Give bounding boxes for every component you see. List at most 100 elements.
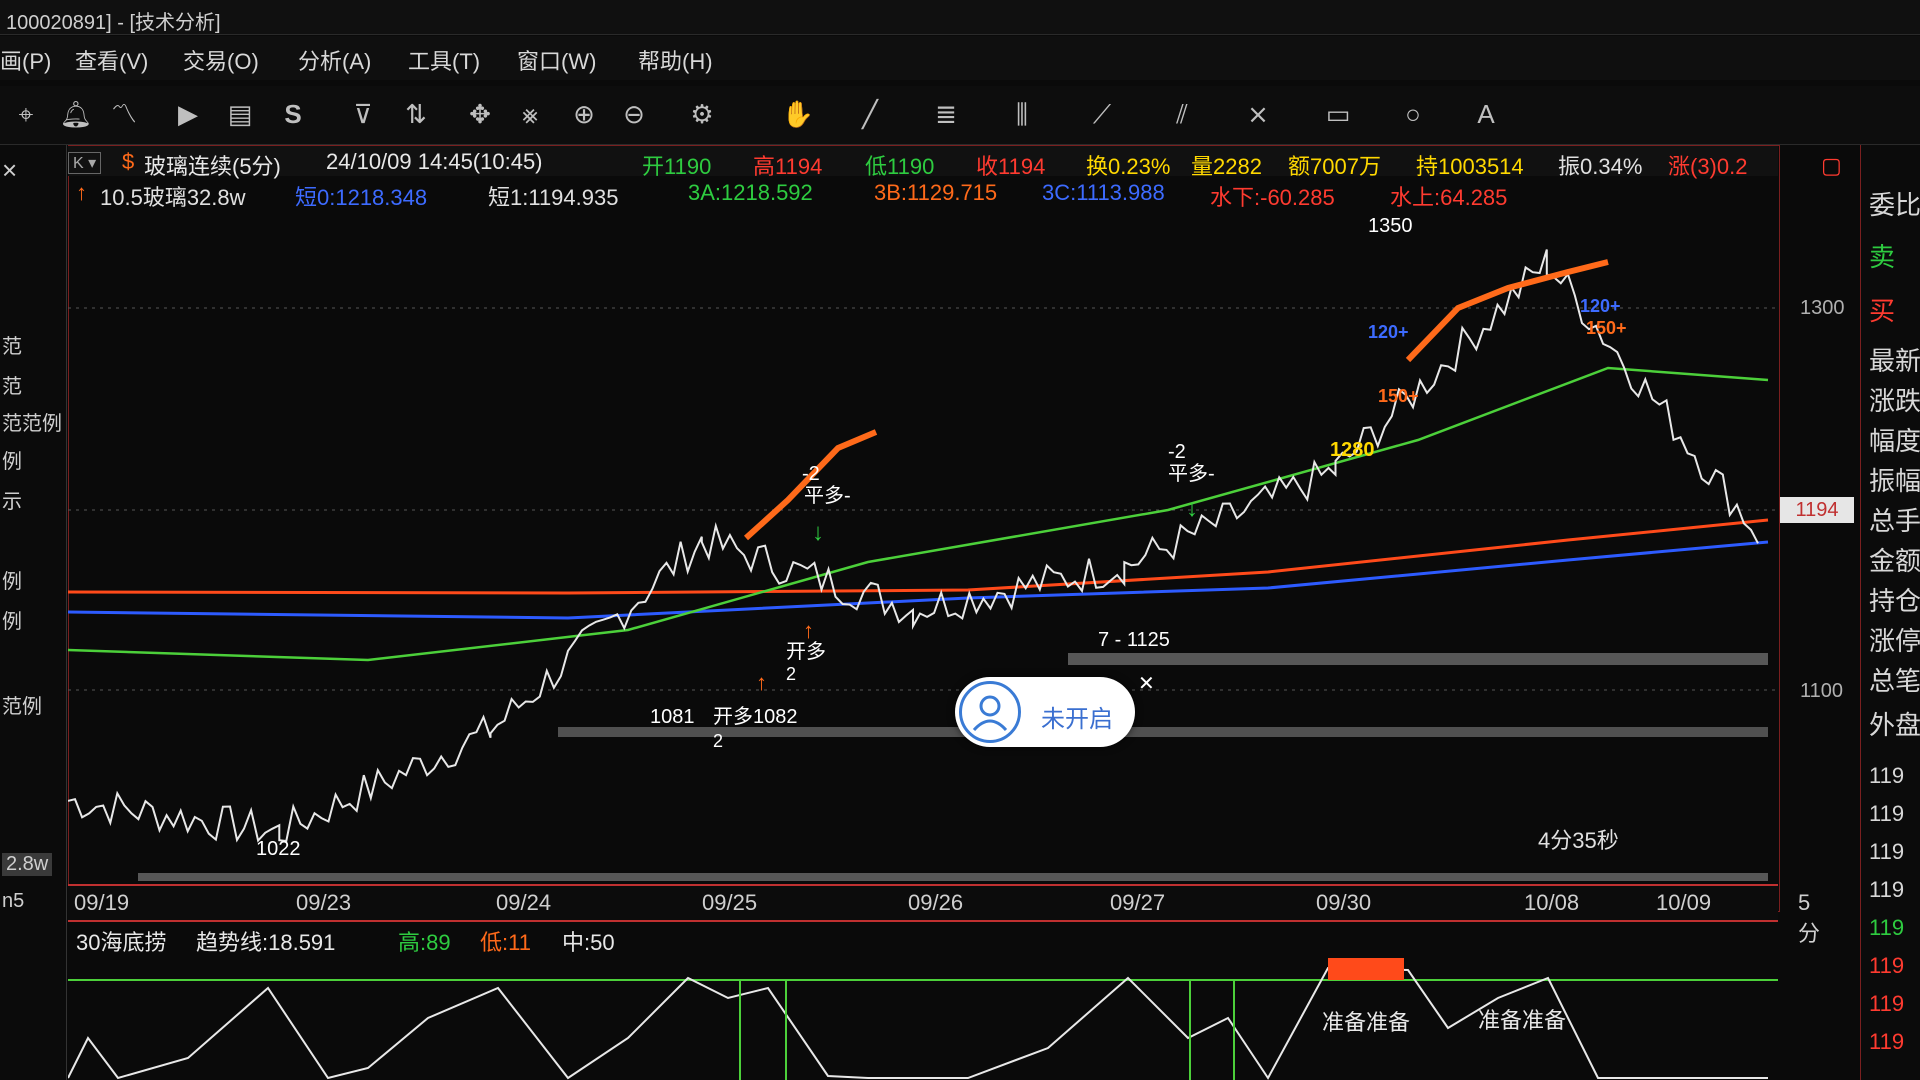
menu-draw[interactable]: 画(P) (0, 44, 51, 76)
close-icon[interactable]: × (2, 155, 17, 186)
quote-label: 总手 (1869, 506, 1920, 536)
toolbar: ⌖ 🔔︎ 〽 ▶ ▤ S ⊽ ⇅ ✥ ⨳ ⊕ ⊖ ⚙ ✋ ╱ ≣ ⫼ ⟋ ⫽ ⨯… (0, 86, 1920, 145)
left-label[interactable]: 例 (2, 605, 22, 634)
indicator-b: 短0:1218.348 (295, 185, 428, 210)
line-tool-icon[interactable]: ╱ (852, 96, 888, 132)
sort-icon[interactable]: ⇅ (398, 96, 434, 132)
sub-trend: 趋势线:18.591 (196, 930, 336, 955)
period-label[interactable]: 5分 (1798, 890, 1820, 948)
move-icon[interactable]: ✥ (462, 96, 498, 132)
menu-tools[interactable]: 工具(T) (408, 44, 480, 76)
hold: 持1003514 (1416, 154, 1524, 179)
quote-label: 外盘 (1869, 710, 1920, 740)
x-tick: 09/27 (1110, 890, 1166, 915)
fib-icon[interactable]: ≣ (928, 96, 964, 132)
left-label[interactable]: 范范例 (2, 407, 62, 436)
info-bar: K ▾ $ 玻璃连续(5分) 24/10/09 14:45(10:45) 开11… (68, 146, 1778, 179)
support-band (558, 727, 1768, 737)
price-chart[interactable]: 1022 1081 开多1082 2 开多 2 -2 平多- -2 平多- 7 … (68, 210, 1778, 882)
vertical-lines-icon[interactable]: ⫼ (1004, 96, 1040, 132)
indicator-f: 3C:1113.988 (1042, 180, 1165, 205)
zoom-in-icon[interactable]: ⊕ (566, 96, 602, 132)
quote-label: 最新 (1869, 346, 1920, 376)
chart-type-selector[interactable]: K ▾ (68, 152, 102, 174)
quote-value: 119 (1869, 877, 1905, 902)
quote-label: 幅度 (1869, 426, 1920, 456)
open-price: 开1190 (642, 154, 712, 179)
filter-icon[interactable]: ⊽ (345, 96, 381, 132)
crosshair-icon[interactable]: ⌖ (8, 96, 44, 132)
no-grid-icon[interactable]: ⨳ (512, 96, 548, 132)
circle-icon[interactable]: ○ (1395, 96, 1431, 132)
annotation-150: 150+ (1378, 386, 1419, 406)
document-icon[interactable]: ▤ (222, 96, 258, 132)
left-label[interactable]: 例 (2, 565, 22, 594)
x-tick: 09/19 (74, 890, 130, 915)
left-panel: × 范 范 范范例 例 示 例 例 范例 2.8w n5 (0, 145, 67, 1080)
menu-analysis[interactable]: 分析(A) (298, 44, 371, 76)
fan-icon[interactable]: ⟋ (1084, 96, 1120, 132)
quote-label: 涨跌 (1869, 386, 1920, 416)
annotation-1125: 7 - 1125 (1098, 629, 1170, 651)
left-label[interactable]: 范例 (2, 690, 42, 719)
play-icon[interactable]: ▶ (170, 96, 206, 132)
panel-toggle-icon[interactable]: ▢ (1821, 153, 1842, 179)
left-label[interactable]: 范 (2, 370, 22, 399)
x-tick: 09/26 (908, 890, 964, 915)
left-label[interactable]: 示 (2, 485, 22, 514)
left-label[interactable]: 例 (2, 445, 22, 474)
annotation-close-long: 平多- (804, 484, 851, 507)
y-label-1300: 1300 (1800, 297, 1845, 319)
annotation-minus-2b: -2 (1168, 441, 1186, 463)
buy-arrow-icon: ↑ (803, 618, 814, 643)
indicator-e: 3B:1129.715 (874, 180, 998, 205)
gear-icon[interactable]: ⚙ (684, 96, 720, 132)
parallel-icon[interactable]: ⫽ (1164, 96, 1200, 132)
menu-window[interactable]: 窗口(W) (517, 44, 596, 76)
ma-orange-line (68, 518, 1769, 595)
menu-view[interactable]: 查看(V) (75, 44, 148, 76)
ready-label-2: 准备准备 (1478, 1008, 1566, 1033)
annotation-low: 1022 (256, 838, 301, 860)
left-label[interactable]: 范 (2, 330, 22, 359)
line-chart-icon[interactable]: 〽 (106, 96, 142, 132)
text-icon[interactable]: A (1468, 96, 1504, 132)
close-price: 收1194 (976, 154, 1046, 179)
menu-help[interactable]: 帮助(H) (638, 44, 713, 76)
s-icon-small: $ (122, 149, 135, 174)
current-price-tag: 1194 (1780, 497, 1854, 523)
annotation-1280: 1280 (1330, 439, 1375, 461)
zoom-out-icon[interactable]: ⊖ (616, 96, 652, 132)
not-enabled-badge[interactable]: 未开启 ✕ (955, 673, 1155, 747)
close-icon[interactable]: ✕ (1138, 671, 1155, 696)
quote-value: 119 (1869, 915, 1905, 940)
hand-icon[interactable]: ✋ (780, 96, 816, 132)
bell-icon[interactable]: 🔔︎ (58, 96, 94, 132)
x-axis: 09/19 09/23 09/24 09/25 09/26 09/27 09/3… (68, 884, 1820, 946)
indicator-h: 水上:64.285 (1390, 185, 1508, 210)
quote-label: 振幅 (1869, 466, 1920, 496)
menu-trade[interactable]: 交易(O) (183, 44, 259, 76)
cross-lines-icon[interactable]: ⨯ (1240, 96, 1276, 132)
quote-label: 金额 (1869, 546, 1920, 576)
annotation-1350: 1350 (1368, 215, 1413, 237)
annotation-1081: 1081 (650, 706, 695, 728)
sub-indicator-chart[interactable]: 准备准备 准备准备 (68, 958, 1778, 1080)
ready-label: 准备准备 (1322, 1010, 1410, 1035)
price-line (68, 249, 1759, 843)
quote-panel: ▢ 委比 卖 买 最新 涨跌 幅度 振幅 总手 金额 持仓 涨停 总笔 外盘 1… (1821, 145, 1920, 1080)
s-icon[interactable]: S (275, 96, 311, 132)
quote-value: 119 (1869, 953, 1905, 978)
quote-value: 119 (1869, 1029, 1905, 1054)
quote-label: 买 (1869, 296, 1896, 326)
annotation-120: 120+ (1368, 322, 1409, 342)
y-label-1100: 1100 (1800, 680, 1844, 702)
up-arrow-icon: ↑ (76, 180, 87, 205)
annotation-minus-2: -2 (802, 463, 820, 485)
rect-icon[interactable]: ▭ (1320, 96, 1356, 132)
x-tick: 10/09 (1656, 890, 1712, 915)
support-band (138, 873, 1768, 881)
sell-arrow-icon: ↓ (1186, 495, 1198, 522)
overbought-bars (1328, 958, 1404, 980)
title-bar: 100020891] - [技术分析] (0, 0, 1920, 35)
